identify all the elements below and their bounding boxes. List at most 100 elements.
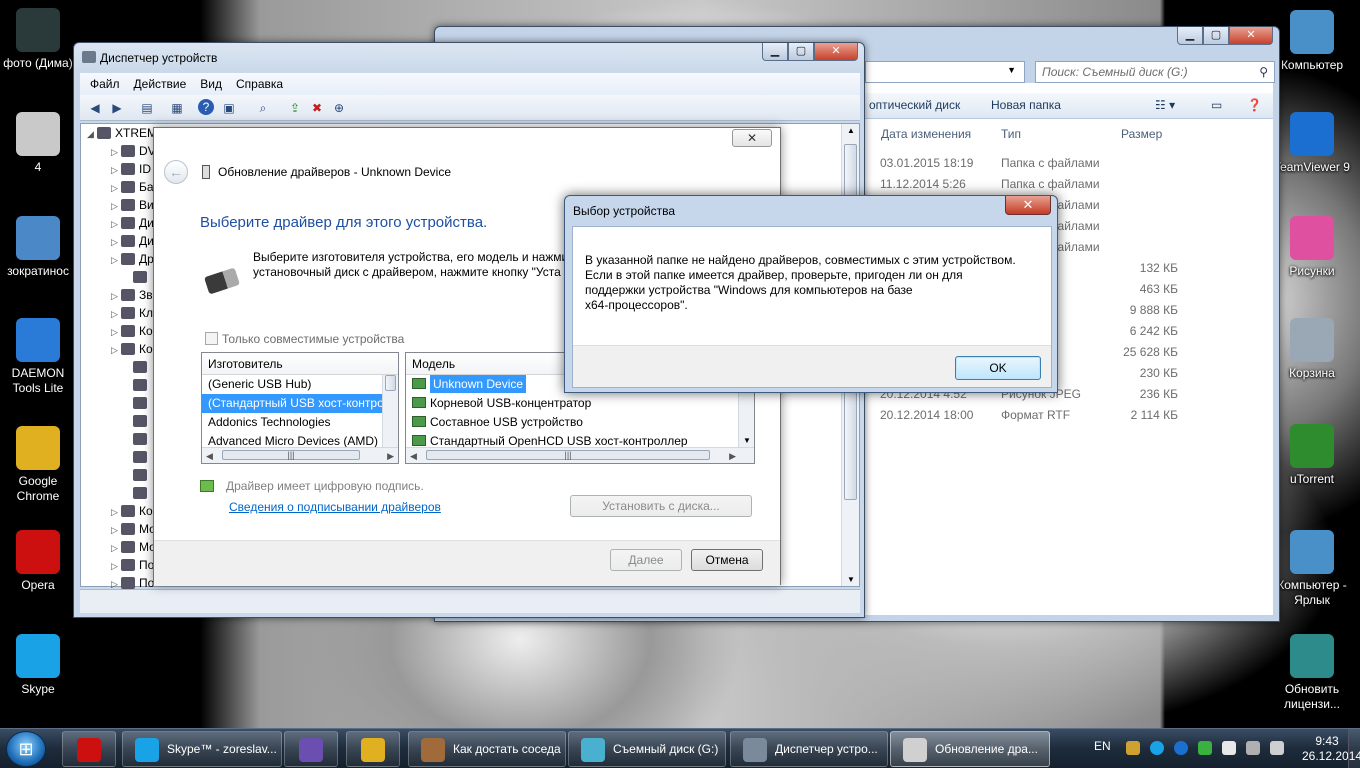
manufacturer-item[interactable]: (Generic USB Hub)	[202, 375, 382, 394]
maximize-button[interactable]: ▢	[788, 43, 814, 61]
taskbar-button[interactable]: Диспетчер устро...	[730, 731, 888, 767]
next-button[interactable]: Далее	[610, 549, 682, 571]
tree-node[interactable]: ▷ Ко	[111, 342, 153, 356]
enable-device-icon[interactable]: ⊕	[330, 99, 348, 117]
taskbar-button[interactable]: Как достать соседа	[408, 731, 566, 767]
network-icon[interactable]	[1198, 741, 1212, 755]
expand-arrow-icon[interactable]: ▷	[111, 147, 121, 158]
taskbar-button[interactable]	[346, 731, 400, 767]
desktop-icon[interactable]: uTorrent	[1274, 424, 1350, 487]
file-row[interactable]: 20.12.2014 18:00 Формат RTF 2 114 КБ	[880, 405, 1260, 426]
scroll-right-arrow-icon[interactable]: ▶	[729, 451, 736, 462]
compatible-only-checkbox[interactable]: Только совместимые устройства	[205, 332, 404, 346]
collapse-arrow-icon[interactable]: ◢	[87, 129, 97, 140]
model-hscroll[interactable]: ◀ ||| ▶	[406, 447, 754, 463]
tree-node[interactable]: ▷ Зв	[111, 288, 153, 302]
column-size[interactable]: Размер	[1121, 127, 1162, 141]
menu-item[interactable]: Файл	[90, 73, 120, 95]
tree-node[interactable]: ▷ ID	[111, 162, 151, 176]
checkbox-box[interactable]	[205, 332, 218, 345]
teamviewer-tray-icon[interactable]	[1174, 741, 1188, 755]
tree-node[interactable]	[133, 414, 151, 428]
driver-signing-link[interactable]: Сведения о подписывании драйверов	[229, 500, 441, 514]
address-bar[interactable]: ▼	[865, 61, 1025, 83]
expand-arrow-icon[interactable]: ▷	[111, 561, 121, 572]
scrollbar-thumb[interactable]	[385, 375, 396, 391]
desktop-icon[interactable]: Рисунки	[1274, 216, 1350, 279]
scroll-down-arrow-icon[interactable]: ▼	[743, 436, 751, 445]
expand-arrow-icon[interactable]: ▷	[111, 309, 121, 320]
preview-pane-icon[interactable]: ▭	[1211, 98, 1222, 112]
tree-node[interactable]: ▷ По	[111, 576, 154, 590]
tree-node[interactable]	[133, 270, 151, 284]
forward-arrow-icon[interactable]: ▶	[108, 99, 126, 117]
desktop-icon[interactable]: Корзина	[1274, 318, 1350, 381]
desktop-icon[interactable]: Google Chrome	[0, 426, 76, 504]
manufacturer-scrollbar[interactable]	[382, 375, 398, 447]
scroll-up-arrow-icon[interactable]: ▲	[847, 126, 855, 135]
tree-root[interactable]: ◢ XTREM	[87, 126, 157, 140]
close-button[interactable]: ✕	[1229, 27, 1273, 45]
tree-node[interactable]: ▷ Ко	[111, 504, 153, 518]
tree-node[interactable]: ▷ DV	[111, 144, 156, 158]
tree-node[interactable]	[133, 396, 151, 410]
select-device-dialog[interactable]: Выбор устройства ✕ В указанной папке не …	[564, 195, 1058, 393]
speaker-icon[interactable]	[1270, 741, 1284, 755]
tree-node[interactable]	[133, 486, 151, 500]
desktop-icon[interactable]: Skype	[0, 634, 76, 697]
help-icon[interactable]: ❓	[1247, 98, 1262, 112]
language-indicator[interactable]: EN	[1094, 739, 1111, 753]
menu-item[interactable]: Справка	[236, 73, 283, 95]
menu-item[interactable]: Вид	[200, 73, 222, 95]
toolbar-optical-disc[interactable]: оптический диск	[869, 98, 960, 112]
expand-arrow-icon[interactable]: ▷	[111, 525, 121, 536]
minimize-button[interactable]: ▁	[1177, 27, 1203, 45]
tree-node[interactable]: ▷ Мо	[111, 522, 156, 536]
desktop-icon[interactable]: 4	[0, 112, 76, 175]
expand-arrow-icon[interactable]: ▷	[111, 543, 121, 554]
desktop-icon[interactable]: зократинос	[0, 216, 76, 279]
expand-arrow-icon[interactable]: ▷	[111, 237, 121, 248]
menu-item[interactable]: Действие	[134, 73, 187, 95]
tree-node[interactable]	[133, 468, 151, 482]
scroll-down-arrow-icon[interactable]: ▼	[847, 575, 855, 584]
chevron-down-icon[interactable]: ▼	[1007, 65, 1016, 75]
volume-icon[interactable]	[1126, 741, 1140, 755]
ok-button[interactable]: OK	[955, 356, 1041, 380]
taskbar-button[interactable]: Обновление дра...	[890, 731, 1050, 767]
tree-node[interactable]: ▷ Кл	[111, 306, 153, 320]
desktop-icon[interactable]: Компьютер	[1274, 10, 1350, 73]
column-type[interactable]: Тип	[1001, 127, 1021, 141]
tree-node[interactable]: ▷ Др	[111, 252, 154, 266]
manufacturer-header[interactable]: Изготовитель	[202, 353, 398, 375]
tree-node[interactable]	[133, 378, 151, 392]
action-pane-icon[interactable]: ▣	[220, 99, 238, 117]
column-date[interactable]: Дата изменения	[881, 127, 971, 141]
tree-node[interactable]: ▷ Ви	[111, 198, 154, 212]
expand-arrow-icon[interactable]: ▷	[111, 291, 121, 302]
tree-node[interactable]	[133, 450, 151, 464]
action-center-icon[interactable]	[1222, 741, 1236, 755]
tree-node[interactable]	[133, 360, 151, 374]
scroll-thumb-grip[interactable]: |||	[426, 450, 710, 460]
taskbar-button[interactable]: Съемный диск (G:)	[568, 731, 726, 767]
search-input[interactable]: Поиск: Съемный диск (G:) ⚲	[1035, 61, 1275, 83]
expand-arrow-icon[interactable]: ▷	[111, 507, 121, 518]
desktop-icon[interactable]: Обновить лицензи...	[1274, 634, 1350, 712]
show-hide-icon[interactable]: ▦	[168, 99, 186, 117]
back-arrow-icon[interactable]: ←	[164, 160, 188, 184]
update-driver-icon[interactable]: ⇪	[286, 99, 304, 117]
expand-arrow-icon[interactable]: ▷	[111, 255, 121, 266]
start-button[interactable]: ⊞	[6, 731, 46, 767]
scroll-left-arrow-icon[interactable]: ◀	[206, 451, 213, 462]
desktop-icon[interactable]: фото (Дима)	[0, 8, 76, 71]
desktop-icon[interactable]: TeamViewer 9	[1274, 112, 1350, 175]
close-button[interactable]: ✕	[732, 129, 772, 147]
scroll-thumb-grip[interactable]: |||	[222, 450, 360, 460]
manufacturer-item[interactable]: (Стандартный USB хост-контро.	[202, 394, 382, 413]
tree-node[interactable]: ▷ Ди	[111, 234, 154, 248]
minimize-button[interactable]: ▁	[762, 43, 788, 61]
show-desktop-button[interactable]	[1348, 729, 1360, 768]
tree-node[interactable]: ▷ Ди	[111, 216, 154, 230]
expand-arrow-icon[interactable]: ▷	[111, 327, 121, 338]
